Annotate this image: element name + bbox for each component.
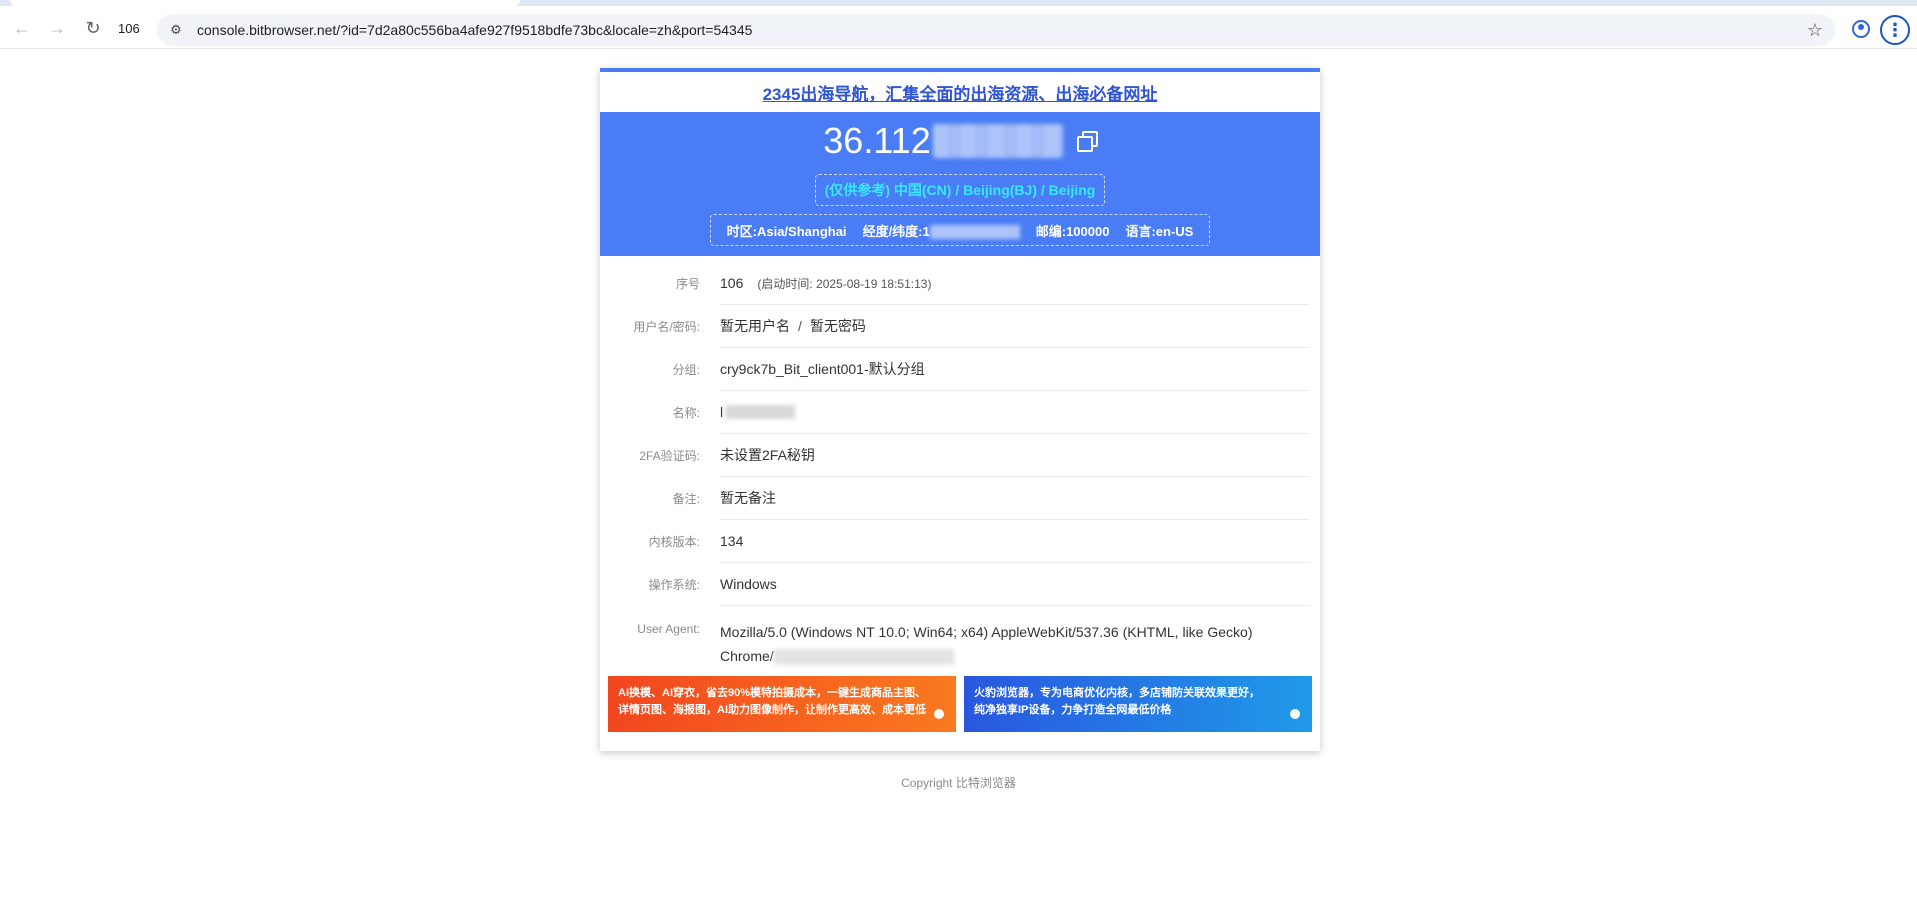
os-value: Windows — [720, 563, 1310, 606]
seq-value-cell: 106 (启动时间: 2025-08-19 18:51:13) — [720, 262, 1310, 305]
group-value: cry9ck7b_Bit_client001-默认分组 — [720, 348, 1310, 391]
ua-line-1: Mozilla/5.0 (Windows NT 10.0; Win64; x64… — [720, 624, 1253, 640]
coordinates-text: 经度/纬度:1 — [862, 223, 930, 239]
ua-line-2-text: Chrome/ — [720, 648, 774, 664]
timezone: 时区:Asia/Shanghai — [726, 223, 847, 239]
copyright-text: Copyright 比特浏览器 — [901, 776, 1016, 790]
ip-redacted — [932, 124, 1063, 158]
cred-separator: / — [798, 318, 802, 334]
detail-row-note: 备注: 暂无备注 — [600, 477, 1320, 520]
twofa-label: 2FA验证码: — [639, 449, 700, 463]
ad2-line-1: 火豹浏览器，专为电商优化内核，多店铺防关联效果更好， — [974, 687, 1260, 699]
ad1-line-2: 详情页图、海报图，AI助力图像制作，让制作更高效、成本更低 — [618, 704, 926, 716]
detail-row-name: 名称: l — [600, 391, 1320, 434]
detail-row-kernel: 内核版本: 134 — [600, 520, 1320, 563]
browser-toolbar: ← → ↻ 106 ⚙ console.bitbrowser.net/?id=7… — [0, 6, 1917, 49]
ua-line-2: Chrome/ — [720, 644, 954, 668]
ip-row: 36.112 — [600, 120, 1320, 162]
postcode: 邮编:100000 — [1035, 223, 1110, 239]
kebab-menu-icon[interactable]: ⋮ — [1880, 15, 1910, 45]
bookmark-star-icon[interactable]: ☆ — [1807, 20, 1823, 41]
profile-icon[interactable] — [1852, 20, 1870, 38]
coordinates-redacted — [929, 225, 1020, 240]
start-time: (启动时间: 2025-08-19 18:51:13) — [757, 276, 932, 291]
name-value: l — [720, 404, 724, 420]
password-value: 暂无密码 — [809, 318, 866, 334]
reload-icon[interactable]: ↻ — [79, 14, 107, 42]
kernel-value: 134 — [720, 520, 1310, 563]
top-link-bar: 2345出海导航，汇集全面的出海资源、出海必备网址 — [600, 72, 1320, 112]
os-label: 操作系统: — [648, 578, 700, 592]
ua-label: User Agent: — [637, 622, 700, 636]
seq-value: 106 — [720, 275, 744, 291]
geo-info-box: 时区:Asia/Shanghai 经度/纬度:1 邮编:100000 语言:en… — [710, 214, 1210, 246]
cred-value-cell: 暂无用户名 / 暂无密码 — [720, 305, 1310, 348]
ip-panel: 36.112 (仅供参考) 中国(CN) / Beijing(BJ) / Bei… — [600, 112, 1320, 256]
address-bar[interactable]: ⚙ console.bitbrowser.net/?id=7d2a80c556b… — [157, 14, 1835, 46]
detail-row-seq: 序号 106 (启动时间: 2025-08-19 18:51:13) — [600, 262, 1320, 305]
forward-arrow-icon[interactable]: → — [43, 14, 71, 42]
site-settings-icon[interactable]: ⚙ — [165, 22, 187, 38]
cred-label: 用户名/密码: — [633, 320, 700, 334]
username-value: 暂无用户名 — [720, 318, 790, 334]
seq-label: 序号 — [675, 277, 700, 291]
ua-value-cell: Mozilla/5.0 (Windows NT 10.0; Win64; x64… — [720, 606, 1310, 672]
navigation-site-link[interactable]: 2345出海导航，汇集全面的出海资源、出海必备网址 — [763, 80, 1158, 105]
ad-banner-huobao-browser[interactable]: 火豹浏览器，专为电商优化内核，多店铺防关联效果更好， 纯净独享IP设备，力争打造… — [964, 676, 1312, 732]
ad-banners: AI换模、AI穿衣，省去90%模特拍摄成本，一键生成商品主图、 详情页图、海报图… — [608, 676, 1312, 732]
name-label: 名称: — [672, 406, 700, 420]
coordinates: 经度/纬度:1 — [863, 221, 1020, 240]
ip-address: 36.112 — [823, 120, 931, 161]
details-table: 序号 106 (启动时间: 2025-08-19 18:51:13) 用户名/密… — [600, 262, 1320, 672]
detail-row-credentials: 用户名/密码: 暂无用户名 / 暂无密码 — [600, 305, 1320, 348]
kernel-label: 内核版本: — [648, 535, 700, 549]
note-label: 备注: — [672, 492, 700, 506]
name-value-cell: l — [720, 391, 1310, 434]
copy-icon[interactable] — [1076, 131, 1098, 152]
profile-info-card: 2345出海导航，汇集全面的出海资源、出海必备网址 36.112 (仅供参考) … — [600, 68, 1320, 751]
detail-row-2fa: 2FA验证码: 未设置2FA秘钥 — [600, 434, 1320, 477]
ad2-line-2: 纯净独享IP设备，力争打造全网最低价格 — [974, 704, 1172, 716]
arrow-circle-icon — [934, 709, 944, 719]
group-label: 分组: — [672, 363, 700, 377]
ua-redacted — [773, 649, 954, 666]
detail-row-user-agent: User Agent: Mozilla/5.0 (Windows NT 10.0… — [600, 606, 1320, 672]
url-text[interactable]: console.bitbrowser.net/?id=7d2a80c556ba4… — [197, 22, 752, 38]
detail-row-group: 分组: cry9ck7b_Bit_client001-默认分组 — [600, 348, 1320, 391]
location-box: (仅供参考) 中国(CN) / Beijing(BJ) / Beijing — [815, 174, 1105, 206]
detail-row-os: 操作系统: Windows — [600, 563, 1320, 606]
tab-number: 106 — [118, 21, 140, 36]
ad1-line-1: AI换模、AI穿衣，省去90%模特拍摄成本，一键生成商品主图、 — [618, 687, 927, 699]
name-redacted — [725, 405, 796, 419]
language: 语言:en-US — [1125, 223, 1194, 239]
arrow-circle-icon — [1290, 709, 1300, 719]
ad-banner-ai-model[interactable]: AI换模、AI穿衣，省去90%模特拍摄成本，一键生成商品主图、 详情页图、海报图… — [608, 676, 956, 732]
note-value: 暂无备注 — [720, 477, 1310, 520]
twofa-value: 未设置2FA秘钥 — [720, 434, 1310, 477]
back-arrow-icon[interactable]: ← — [8, 14, 36, 42]
